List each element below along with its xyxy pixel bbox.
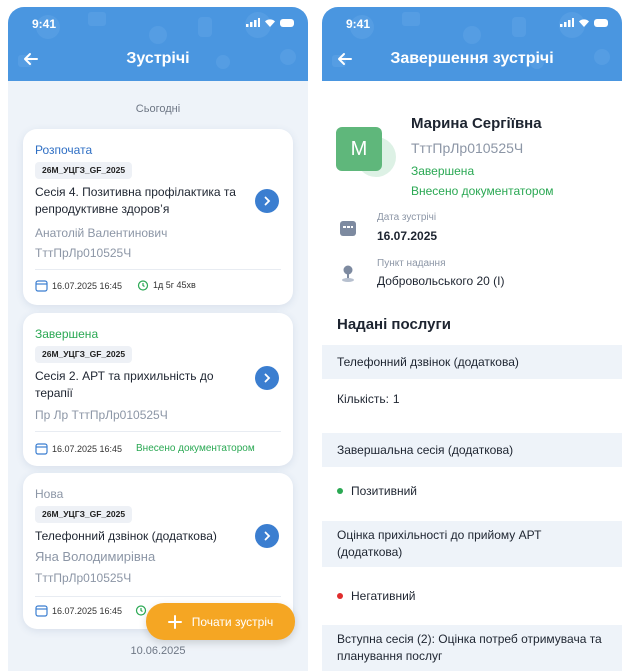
positive-dot-icon xyxy=(337,488,343,494)
session-title: Телефонний дзвінок (додаткова) xyxy=(35,529,217,543)
date-separator-today: Сьогодні xyxy=(135,103,181,115)
open-meeting-button[interactable] xyxy=(255,189,279,213)
open-meeting-button[interactable] xyxy=(255,524,279,548)
plus-icon xyxy=(167,614,182,629)
calendar-icon xyxy=(35,443,48,455)
complete-meeting-screen: 9:41 Завершення зустрічі M Марина Сергії… xyxy=(322,7,622,671)
negative-dot-icon xyxy=(337,593,343,599)
client-name: Пр Лр ТттПрЛр010525Ч xyxy=(35,408,168,422)
meeting-date-text: 16.07.2025 16:45 xyxy=(52,280,123,291)
result-text: Позитивний xyxy=(351,484,417,498)
meeting-date-text: 16.07.2025 16:45 xyxy=(52,605,123,616)
calendar-icon xyxy=(35,280,48,292)
chevron-right-icon xyxy=(264,531,271,541)
page-title: Завершення зустрічі xyxy=(390,50,554,67)
map-pin-icon xyxy=(342,265,354,282)
meeting-card[interactable]: Завершена 26M_УЦГЗ_GF_2025 Сесія 2. АРТ … xyxy=(23,313,293,466)
battery-icon xyxy=(594,18,608,27)
calendar-icon xyxy=(340,221,356,236)
result-text: Негативний xyxy=(351,589,416,603)
program-code-badge: 26M_УЦГЗ_GF_2025 xyxy=(35,506,133,523)
divider xyxy=(35,596,281,597)
service-title: Оцінка прихільності до прийому АРТ (дода… xyxy=(322,521,622,567)
wifi-icon xyxy=(265,19,275,27)
client-name: Анатолій Валентинович xyxy=(35,226,168,240)
client-code: ТттПрЛр010525Ч xyxy=(35,571,132,585)
meeting-status: Завершена xyxy=(35,327,99,341)
header-bar: 9:41 Завершення зустрічі xyxy=(322,7,622,81)
status-time: 9:41 xyxy=(32,17,57,31)
wifi-icon xyxy=(579,19,589,27)
quantity-value: 1 xyxy=(392,392,400,406)
start-meeting-label: Почати зустріч xyxy=(191,614,274,629)
meeting-status: Завершена xyxy=(411,164,475,178)
date-label: Дата зустрічі xyxy=(377,212,437,223)
meeting-note: Внесено документатором xyxy=(136,443,255,454)
client-code: ТттПрЛр010525Ч xyxy=(35,246,132,260)
meeting-note: Внесено документатором xyxy=(411,184,554,198)
meeting-card[interactable]: Розпочата 26M_УЦГЗ_GF_2025 Сесія 4. Пози… xyxy=(23,129,293,305)
meetings-screen: 9:41 Зустрічі Сьогодні Розпочата 26M_УЦГ… xyxy=(8,7,308,671)
timer-icon xyxy=(135,605,147,616)
chevron-right-icon xyxy=(264,196,271,206)
service-title: Телефонний дзвінок (додаткова) xyxy=(322,345,622,379)
service-result: Позитивний xyxy=(337,481,607,501)
header-bar: 9:41 Зустрічі xyxy=(8,7,308,81)
session-title: Сесія 2. АРТ та прихильність до терапії xyxy=(35,369,214,400)
divider xyxy=(35,269,281,270)
services-section-title: Надані послуги xyxy=(337,316,451,333)
meeting-date: 16.07.2025 16:45 xyxy=(35,604,122,617)
date-separator: 10.06.2025 xyxy=(130,645,186,657)
client-name: Марина Сергіївна xyxy=(411,115,542,132)
meeting-details: M Марина Сергіївна ТттПрЛр010525Ч Заверш… xyxy=(322,81,622,671)
client-name: Яна Володимирівна xyxy=(35,549,156,564)
start-meeting-button[interactable]: Почати зустріч xyxy=(146,603,295,640)
signal-icon xyxy=(246,18,260,27)
meeting-duration-text: 1д 5г 45хв xyxy=(153,280,196,290)
avatar: M xyxy=(336,127,382,171)
timer-icon xyxy=(137,280,149,291)
signal-icon xyxy=(560,18,574,27)
status-bar: 9:41 xyxy=(32,17,294,31)
open-meeting-button[interactable] xyxy=(255,366,279,390)
chevron-right-icon xyxy=(264,373,271,383)
page-title: Зустрічі xyxy=(126,50,190,67)
session-title: Сесія 4. Позитивна профілактика та репро… xyxy=(35,185,236,216)
battery-icon xyxy=(280,18,294,27)
service-title: Вступна сесія (2): Оцінка потреб отримув… xyxy=(322,625,622,671)
client-code: ТттПрЛр010525Ч xyxy=(411,140,524,156)
service-result: Негативний xyxy=(337,586,607,606)
place-label: Пункт надання xyxy=(377,258,446,269)
divider xyxy=(35,431,281,432)
status-bar: 9:41 xyxy=(346,17,608,31)
place-value: Добровольського 20 (I) xyxy=(377,274,505,288)
service-quantity: Кількість: 1 xyxy=(337,389,607,409)
program-code-badge: 26M_УЦГЗ_GF_2025 xyxy=(35,162,133,179)
meeting-date-text: 16.07.2025 16:45 xyxy=(52,443,123,454)
meeting-date: 16.07.2025 16:45 xyxy=(35,442,122,455)
quantity-label: Кількість: xyxy=(337,392,389,406)
meeting-status: Розпочата xyxy=(35,143,93,157)
status-time: 9:41 xyxy=(346,17,371,31)
meeting-date: 16.07.2025 16:45 xyxy=(35,279,122,292)
calendar-icon xyxy=(35,605,48,617)
meeting-duration: 1д 5г 45хв xyxy=(137,279,196,291)
service-title: Завершальна сесія (додаткова) xyxy=(322,433,622,467)
program-code-badge: 26M_УЦГЗ_GF_2025 xyxy=(35,346,133,363)
meeting-status: Нова xyxy=(35,487,64,501)
date-value: 16.07.2025 xyxy=(377,229,438,243)
